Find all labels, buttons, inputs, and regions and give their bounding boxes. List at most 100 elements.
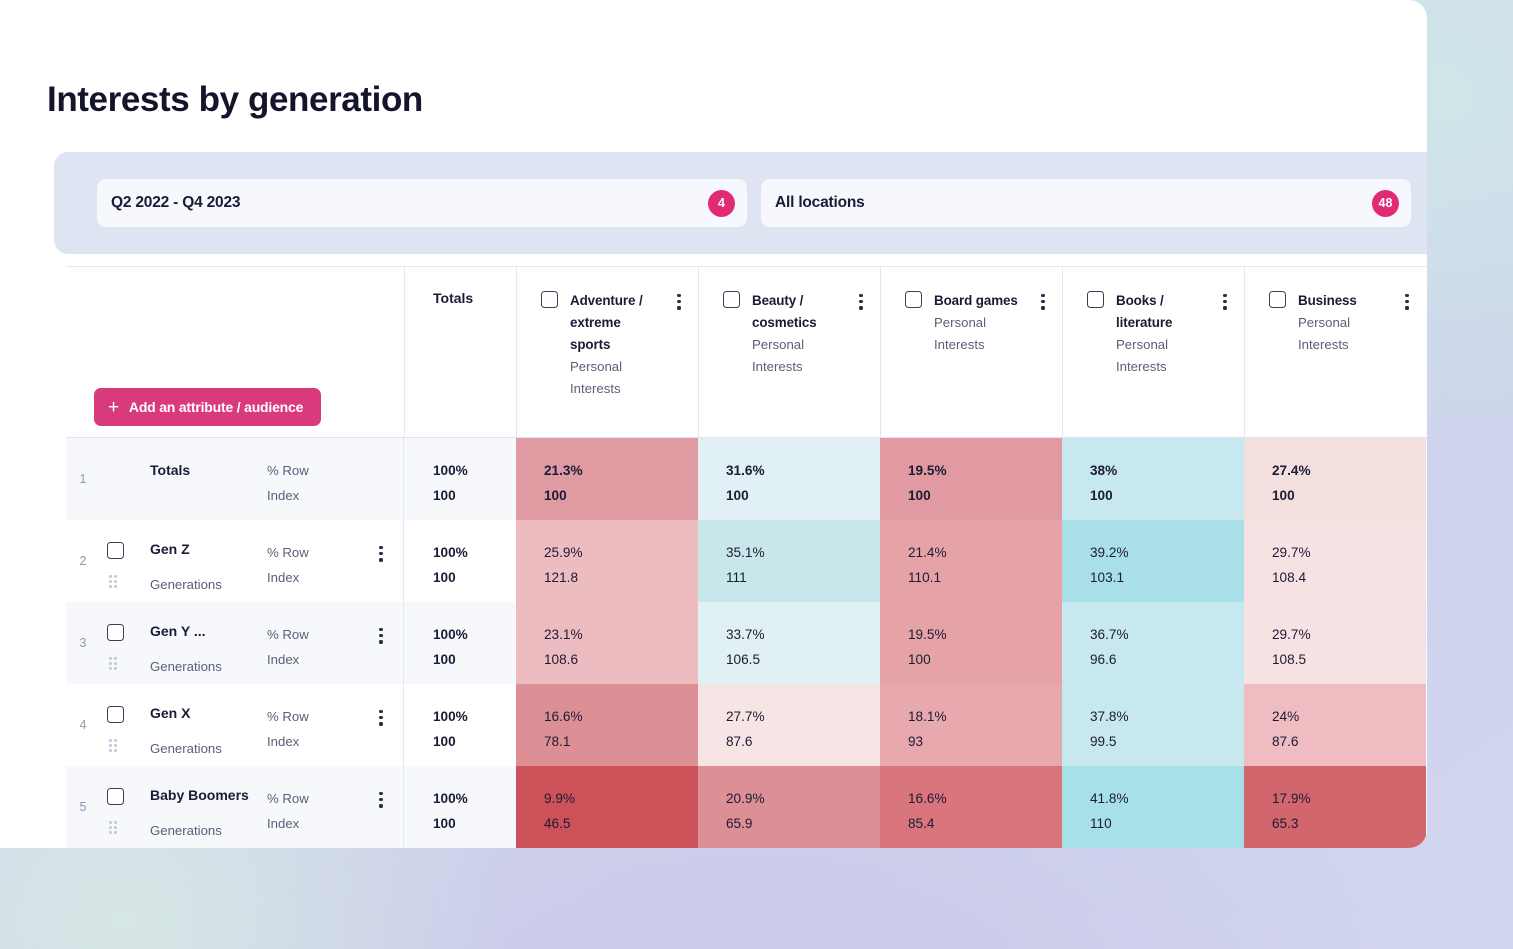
row-metric-labels: % RowIndex xyxy=(267,766,367,848)
metric-label-index: Index xyxy=(267,811,367,836)
row-checkbox[interactable] xyxy=(107,542,124,559)
data-cell: 17.9%65.3 xyxy=(1244,766,1426,848)
cell-pct: 25.9% xyxy=(544,540,698,565)
drag-handle-icon[interactable] xyxy=(109,739,121,753)
row-controls xyxy=(100,684,150,766)
cell-pct: 100% xyxy=(433,704,516,729)
cell-pct: 16.6% xyxy=(908,786,1062,811)
drag-handle-icon[interactable] xyxy=(109,657,121,671)
row-checkbox[interactable] xyxy=(107,624,124,641)
cell-index: 99.5 xyxy=(1090,729,1244,754)
cell-pct: 38% xyxy=(1090,458,1244,483)
cell-pct: 29.7% xyxy=(1272,622,1426,647)
drag-handle-icon[interactable] xyxy=(109,821,121,835)
location-filter[interactable]: All locations 48 xyxy=(761,179,1411,227)
cell-pct: 9.9% xyxy=(544,786,698,811)
date-range-filter[interactable]: Q2 2022 - Q4 2023 4 xyxy=(97,179,747,227)
cell-pct: 31.6% xyxy=(726,458,880,483)
row-menu-icon[interactable] xyxy=(374,706,388,726)
row-label-cell: 5Baby BoomersGenerations% RowIndex xyxy=(66,766,404,848)
header-cell-board-games: Board games Personal Interests xyxy=(880,267,1062,437)
column-title-books: Books / literature xyxy=(1116,290,1206,334)
row-label-cell: 1Totals% RowIndex xyxy=(66,438,404,520)
row-controls xyxy=(100,520,150,602)
data-cell: 20.9%65.9 xyxy=(698,766,880,848)
table-header-row: + Add an attribute / audience Totals Adv… xyxy=(66,267,1427,438)
cell-index: 106.5 xyxy=(726,647,880,672)
cell-index: 78.1 xyxy=(544,729,698,754)
column-sub2-business: Interests xyxy=(1298,334,1388,356)
row-name-wrap: Gen Y ...Generations xyxy=(150,602,267,684)
cell-index: 87.6 xyxy=(1272,729,1426,754)
column-menu-icon-books[interactable] xyxy=(1218,290,1232,310)
column-menu-icon-adventure[interactable] xyxy=(672,290,686,310)
data-cell: 19.5%100 xyxy=(880,438,1062,520)
data-cell: 16.6%78.1 xyxy=(516,684,698,766)
table-row: 3 Gen Y ...Generations% RowIndex 100%100 23… xyxy=(66,602,1427,684)
column-menu-icon-board-games[interactable] xyxy=(1036,290,1050,310)
cell-pct: 21.4% xyxy=(908,540,1062,565)
row-checkbox[interactable] xyxy=(107,706,124,723)
cell-pct: 36.7% xyxy=(1090,622,1244,647)
cell-index: 100 xyxy=(433,811,516,836)
row-name: Gen Y ... xyxy=(150,621,267,641)
column-checkbox-adventure[interactable] xyxy=(541,291,558,308)
cell-index: 100 xyxy=(1090,483,1244,508)
row-checkbox[interactable] xyxy=(107,788,124,805)
data-cell: 37.8%99.5 xyxy=(1062,684,1244,766)
row-label-cell: 2Gen ZGenerations% RowIndex xyxy=(66,520,404,602)
column-checkbox-business[interactable] xyxy=(1269,291,1286,308)
row-name: Gen X xyxy=(150,703,267,723)
column-menu-icon-beauty[interactable] xyxy=(854,290,868,310)
row-menu-icon[interactable] xyxy=(374,624,388,644)
cell-index: 111 xyxy=(726,565,880,590)
column-checkbox-beauty[interactable] xyxy=(723,291,740,308)
data-cell: 36.7%96.6 xyxy=(1062,602,1244,684)
cell-pct: 27.4% xyxy=(1272,458,1426,483)
cell-pct: 24% xyxy=(1272,704,1426,729)
row-metric-labels: % RowIndex xyxy=(267,602,367,684)
cell-index: 100 xyxy=(433,483,516,508)
row-category: Generations xyxy=(150,739,267,759)
cell-index: 108.6 xyxy=(544,647,698,672)
row-menu-icon[interactable] xyxy=(374,542,388,562)
totals-cell: 100%100 xyxy=(404,602,516,684)
totals-cell: 100%100 xyxy=(404,684,516,766)
column-sub2-books: Interests xyxy=(1116,356,1206,378)
cell-index: 85.4 xyxy=(908,811,1062,836)
column-title-adventure: Adventure / extreme sports xyxy=(570,290,660,356)
row-menu-icon[interactable] xyxy=(374,788,388,808)
row-label-cell: 4Gen XGenerations% RowIndex xyxy=(66,684,404,766)
drag-handle-icon[interactable] xyxy=(109,575,121,589)
header-cell-beauty: Beauty / cosmetics Personal Interests xyxy=(698,267,880,437)
row-number: 5 xyxy=(66,766,100,848)
filter-bar: Q2 2022 - Q4 2023 4 All locations 48 xyxy=(54,152,1427,254)
cell-index: 121.8 xyxy=(544,565,698,590)
add-attribute-audience-button[interactable]: + Add an attribute / audience xyxy=(94,388,321,426)
metric-label-pct: % Row xyxy=(267,622,367,647)
column-sub1-adventure: Personal xyxy=(570,356,660,378)
pivot-table: + Add an attribute / audience Totals Adv… xyxy=(66,266,1427,848)
data-cell: 21.4%110.1 xyxy=(880,520,1062,602)
header-cell-rowlabel: + Add an attribute / audience xyxy=(66,267,404,437)
column-title-beauty: Beauty / cosmetics xyxy=(752,290,842,334)
cell-index: 65.9 xyxy=(726,811,880,836)
table-row: 4Gen XGenerations% RowIndex100%10016.6%7… xyxy=(66,684,1427,766)
cell-pct: 33.7% xyxy=(726,622,880,647)
header-cell-totals: Totals xyxy=(404,267,516,437)
cell-pct: 23.1% xyxy=(544,622,698,647)
totals-cell: 100%100 xyxy=(404,438,516,520)
row-name-wrap: Gen X Generations xyxy=(150,684,267,766)
column-checkbox-board-games[interactable] xyxy=(905,291,922,308)
row-number: 3 xyxy=(66,602,100,684)
table-body: 1Totals% RowIndex100%10021.3%10031.6%100… xyxy=(66,438,1427,848)
cell-index: 100 xyxy=(1272,483,1426,508)
metric-label-index: Index xyxy=(267,565,367,590)
column-menu-icon-business[interactable] xyxy=(1400,290,1414,310)
column-checkbox-books[interactable] xyxy=(1087,291,1104,308)
cell-pct: 100% xyxy=(433,786,516,811)
row-category: Generations xyxy=(150,575,267,595)
row-name: Gen Z xyxy=(150,539,267,559)
data-cell: 19.5%100 xyxy=(880,602,1062,684)
metric-label-pct: % Row xyxy=(267,704,367,729)
